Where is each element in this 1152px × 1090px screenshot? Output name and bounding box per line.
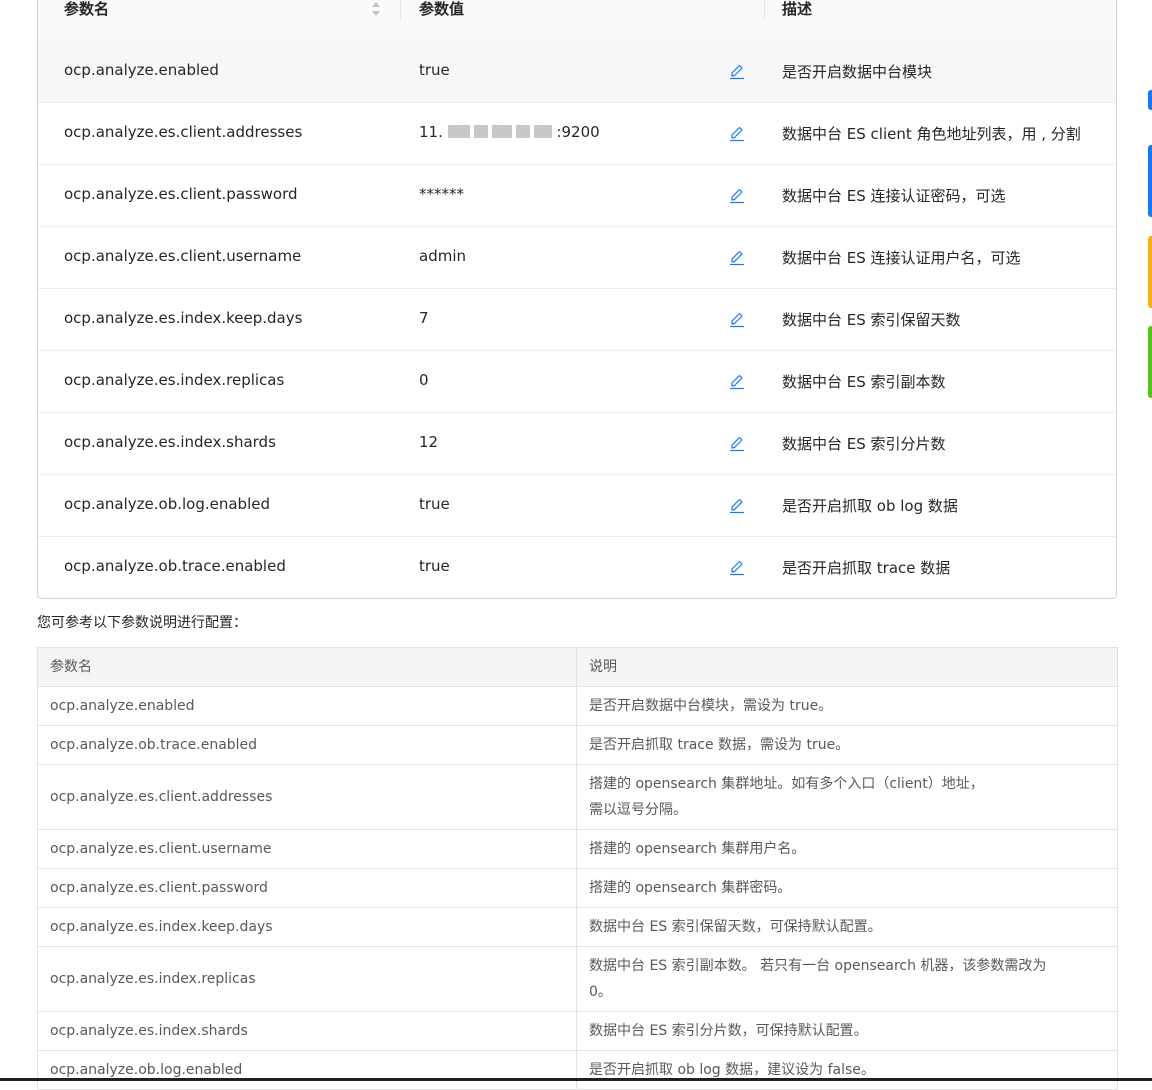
edit-icon[interactable]: [729, 248, 745, 266]
table-row: ocp.analyze.es.client.username admin 数据中…: [38, 227, 1116, 289]
table-row: ocp.analyze.es.index.keep.days 数据中台 ES 索…: [37, 907, 1118, 947]
table-header-row: 参数名 说明: [37, 647, 1118, 687]
table-row: ocp.analyze.es.client.username 搭建的 opens…: [37, 829, 1118, 869]
table-row: ocp.analyze.es.index.shards 12 数据中台 ES 索…: [38, 413, 1116, 475]
param-description: 数据中台 ES 索引保留天数，可保持默认配置。: [576, 907, 1118, 947]
address-suffix: :9200: [556, 123, 600, 141]
side-card-blue[interactable]: [1148, 145, 1152, 217]
param-name: ocp.analyze.ob.log.enabled: [37, 1050, 577, 1090]
table-row: ocp.analyze.enabled 是否开启数据中台模块，需设为 true。: [37, 686, 1118, 726]
param-name: ocp.analyze.es.index.replicas: [37, 946, 577, 1012]
table-row: ocp.analyze.es.index.replicas 0 数据中台 ES …: [38, 351, 1116, 413]
param-value: 11. :9200: [419, 123, 600, 142]
param-description: 搭建的 opensearch 集群密码。: [576, 868, 1118, 908]
table-row: ocp.analyze.es.index.keep.days 7 数据中台 ES…: [38, 289, 1116, 351]
param-value: true: [419, 495, 450, 513]
param-description: 是否开启数据中台模块，需设为 true。: [576, 686, 1118, 726]
param-description: 是否开启抓取 trace 数据，需设为 true。: [576, 725, 1118, 765]
table-row: ocp.analyze.es.client.password ****** 数据…: [38, 165, 1116, 227]
table-row: ocp.analyze.es.client.password 搭建的 opens…: [37, 868, 1118, 908]
param-value: true: [419, 557, 450, 575]
edit-icon[interactable]: [729, 372, 745, 390]
header-param-name: 参数名: [37, 647, 577, 687]
edit-icon[interactable]: [729, 124, 745, 142]
table-row: ocp.analyze.ob.log.enabled 是否开启抓取 ob log…: [37, 1050, 1118, 1090]
param-name: ocp.analyze.es.client.addresses: [64, 123, 303, 141]
side-card-green[interactable]: [1148, 326, 1152, 398]
param-name: ocp.analyze.enabled: [64, 61, 219, 79]
side-indicator: [1148, 90, 1152, 110]
param-name: ocp.analyze.es.client.username: [64, 247, 302, 265]
param-name: ocp.analyze.es.index.replicas: [64, 371, 285, 389]
edit-icon[interactable]: [729, 434, 745, 452]
param-name: ocp.analyze.es.index.shards: [37, 1011, 577, 1051]
param-description: 数据中台 ES 索引保留天数: [782, 311, 961, 329]
param-description: 数据中台 ES 索引分片数，可保持默认配置。: [576, 1011, 1118, 1051]
description-line: 数据中台 ES 索引副本数。 若只有一台 opensearch 机器，该参数需改…: [589, 958, 1047, 974]
param-name: ocp.analyze.enabled: [37, 686, 577, 726]
table-row: ocp.analyze.es.index.replicas 数据中台 ES 索引…: [37, 946, 1118, 1012]
description-line: 0。: [589, 984, 612, 1000]
param-description: 是否开启数据中台模块: [782, 63, 933, 81]
header-description: 说明: [576, 647, 1118, 687]
param-value: admin: [419, 247, 466, 265]
masked-address: [447, 124, 552, 142]
param-value: true: [419, 61, 450, 79]
param-name: ocp.analyze.es.client.password: [37, 868, 577, 908]
edit-icon[interactable]: [729, 558, 745, 576]
header-param-value: 参数值: [419, 0, 465, 18]
parameter-doc-table: 参数名 说明 ocp.analyze.enabled 是否开启数据中台模块，需设…: [37, 647, 1118, 1090]
column-divider: [764, 0, 765, 20]
param-description: 是否开启抓取 ob log 数据: [782, 497, 958, 515]
table-row: ocp.analyze.ob.log.enabled true 是否开启抓取 o…: [38, 475, 1116, 537]
param-name: ocp.analyze.es.index.keep.days: [37, 907, 577, 947]
param-description: 是否开启抓取 ob log 数据，建议设为 false。: [576, 1050, 1118, 1090]
edit-icon[interactable]: [729, 62, 745, 80]
param-description: 数据中台 ES 索引分片数: [782, 435, 946, 453]
param-name: ocp.analyze.es.client.addresses: [37, 764, 577, 830]
address-prefix: 11.: [419, 123, 443, 141]
side-card-orange[interactable]: [1148, 236, 1152, 308]
param-name: ocp.analyze.ob.log.enabled: [64, 495, 270, 513]
table-row: ocp.analyze.es.client.addresses 11. :920…: [38, 103, 1116, 165]
header-description: 描述: [782, 0, 813, 18]
table-row: ocp.analyze.es.client.addresses 搭建的 open…: [37, 764, 1118, 830]
table-row: ocp.analyze.enabled true 是否开启数据中台模块: [38, 41, 1116, 103]
param-description: 数据中台 ES 连接认证用户名，可选: [782, 249, 1021, 267]
table-header: 参数名 参数值 描述: [38, 0, 1116, 42]
edit-icon[interactable]: [729, 310, 745, 328]
column-divider: [400, 0, 401, 20]
edit-icon[interactable]: [729, 496, 745, 514]
param-description: 数据中台 ES 连接认证密码，可选: [782, 187, 1006, 205]
description-line: 需以逗号分隔。: [589, 802, 687, 818]
param-name: ocp.analyze.ob.trace.enabled: [64, 557, 286, 575]
sort-icon[interactable]: [371, 0, 381, 18]
param-name: ocp.analyze.es.index.shards: [64, 433, 276, 451]
param-name: ocp.analyze.es.client.password: [64, 185, 298, 203]
param-value: ******: [419, 185, 464, 203]
edit-icon[interactable]: [729, 186, 745, 204]
header-param-name: 参数名: [64, 0, 110, 18]
param-value: 7: [419, 309, 429, 327]
param-name: ocp.analyze.es.client.username: [37, 829, 577, 869]
table-row: ocp.analyze.ob.trace.enabled true 是否开启抓取…: [38, 537, 1116, 598]
table-row: ocp.analyze.es.index.shards 数据中台 ES 索引分片…: [37, 1011, 1118, 1051]
param-value: 0: [419, 371, 429, 389]
param-description: 搭建的 opensearch 集群地址。如有多个入口（client）地址， 需以逗…: [576, 764, 1118, 830]
description-line: 搭建的 opensearch 集群地址。如有多个入口（client）地址，: [589, 776, 984, 792]
parameter-table: 参数名 参数值 描述 ocp.analyze.enabled true 是否开启…: [37, 0, 1117, 599]
table-row: ocp.analyze.ob.trace.enabled 是否开启抓取 trac…: [37, 725, 1118, 765]
param-description: 搭建的 opensearch 集群用户名。: [576, 829, 1118, 869]
param-value: 12: [419, 433, 439, 451]
intro-text: 您可参考以下参数说明进行配置：: [37, 615, 247, 631]
param-description: 数据中台 ES 索引副本数。 若只有一台 opensearch 机器，该参数需改…: [576, 946, 1118, 1012]
param-description: 是否开启抓取 trace 数据: [782, 559, 951, 577]
param-description: 数据中台 ES 索引副本数: [782, 373, 946, 391]
param-description: 数据中台 ES client 角色地址列表，用 , 分割: [782, 125, 1081, 143]
param-name: ocp.analyze.ob.trace.enabled: [37, 725, 577, 765]
param-name: ocp.analyze.es.index.keep.days: [64, 309, 303, 327]
